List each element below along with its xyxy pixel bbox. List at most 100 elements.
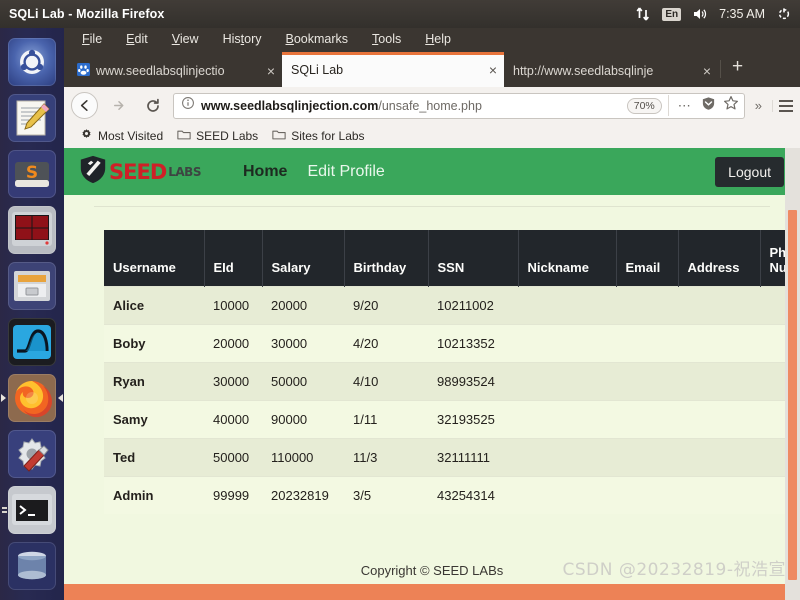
table-cell-eid: 40000 (204, 399, 262, 438)
zoom-level-badge[interactable]: 70% (626, 97, 662, 114)
bookmark-seed-labs[interactable]: SEED Labs (177, 128, 258, 144)
bookmark-label: SEED Labs (196, 129, 259, 143)
table-cell-eid: 50000 (204, 437, 262, 476)
launcher-item-system-settings[interactable] (0, 426, 64, 482)
table-head: Username EId Salary Birthday SSN Nicknam… (104, 230, 800, 286)
menu-bookmarks[interactable]: Bookmarks (286, 32, 349, 46)
keyboard-layout-indicator[interactable]: En (662, 7, 682, 21)
nav-link-home[interactable]: Home (243, 163, 287, 181)
tab-separator (720, 59, 721, 78)
table-cell-birthday: 4/20 (344, 323, 428, 362)
table-header-row: Username EId Salary Birthday SSN Nicknam… (104, 230, 800, 286)
close-icon[interactable]: × (703, 64, 711, 78)
baidu-paw-icon (77, 63, 90, 79)
launcher-item-terminal-quad[interactable] (0, 202, 64, 258)
url-bar[interactable]: www.seedlabsqlinjection.com/unsafe_home.… (173, 92, 745, 119)
network-updown-icon[interactable] (635, 6, 651, 22)
table-cell-email (616, 323, 678, 362)
launcher-item-ubuntu-dash[interactable] (0, 34, 64, 90)
firefox-window: File Edit View History Bookmarks Tools H… (64, 28, 800, 600)
power-gear-icon[interactable] (776, 6, 792, 22)
pocket-shield-icon[interactable] (701, 96, 716, 116)
table-cell-salary: 20000 (262, 285, 344, 324)
page-scrollbar-thumb[interactable] (788, 210, 797, 580)
reload-icon[interactable] (139, 92, 166, 119)
clock[interactable]: 7:35 AM (719, 7, 765, 21)
launcher-item-text-editor[interactable] (0, 90, 64, 146)
table-cell-salary: 110000 (262, 437, 344, 476)
page-viewport: SEED LABS Home Edit Profile Logout Usern… (64, 148, 800, 600)
launcher-item-wireshark[interactable] (0, 314, 64, 370)
url-input[interactable]: www.seedlabsqlinjection.com/unsafe_home.… (201, 99, 621, 113)
col-ssn[interactable]: SSN (428, 230, 519, 286)
page-info-icon[interactable] (181, 96, 195, 115)
col-username[interactable]: Username (104, 230, 205, 286)
table-cell-nickname (518, 475, 616, 514)
menu-file[interactable]: File (82, 32, 102, 46)
col-address[interactable]: Address (678, 230, 761, 286)
nav-link-edit-profile[interactable]: Edit Profile (307, 163, 384, 181)
ellipsis-icon[interactable]: ⋯ (675, 98, 694, 114)
col-salary[interactable]: Salary (262, 230, 345, 286)
menu-history[interactable]: History (223, 32, 262, 46)
new-tab-button[interactable]: + (723, 56, 752, 82)
table-cell-nickname (518, 323, 616, 362)
tab-sqli-lab[interactable]: SQLi Lab × (282, 52, 504, 87)
tab-label: SQLi Lab (291, 62, 344, 77)
bookmark-sites-for-labs[interactable]: Sites for Labs (272, 128, 365, 144)
menu-help[interactable]: Help (425, 32, 451, 46)
launcher-item-trash[interactable] (0, 538, 64, 594)
hamburger-menu-icon[interactable] (772, 99, 793, 112)
chevron-double-right-icon[interactable]: » (752, 98, 765, 113)
bookmark-label: Most Visited (98, 129, 164, 143)
table-cell-nickname (518, 285, 616, 324)
screen: SQLi Lab - Mozilla Firefox En 7:35 AM S … (0, 0, 800, 600)
table-cell-salary: 90000 (262, 399, 344, 438)
url-host: www.seedlabsqlinjection.com (201, 98, 379, 113)
launcher-item-file-manager[interactable] (0, 258, 64, 314)
folder-icon (272, 128, 286, 144)
col-email[interactable]: Email (616, 230, 679, 286)
table-cell-address (678, 437, 760, 476)
col-nickname[interactable]: Nickname (518, 230, 617, 286)
star-icon[interactable] (723, 95, 739, 116)
bookmark-label: Sites for Labs (291, 129, 365, 143)
menu-edit[interactable]: Edit (126, 32, 148, 46)
logout-button[interactable]: Logout (715, 156, 784, 187)
tab-label: www.seedlabsqlinjectio (96, 64, 225, 78)
menu-view[interactable]: View (172, 32, 199, 46)
close-icon[interactable]: × (489, 63, 497, 77)
table-cell-eid: 99999 (204, 475, 262, 514)
volume-icon[interactable] (692, 6, 708, 22)
col-eid[interactable]: EId (204, 230, 263, 286)
table-cell-nickname (518, 361, 616, 400)
table-cell-salary: 30000 (262, 323, 344, 362)
table-cell-birthday: 9/20 (344, 285, 428, 324)
menu-bar: File Edit View History Bookmarks Tools H… (64, 28, 800, 50)
menu-tools[interactable]: Tools (372, 32, 401, 46)
forward-arrow-icon[interactable] (105, 92, 132, 119)
window-title: SQLi Lab - Mozilla Firefox (9, 7, 165, 21)
table-cell-eid: 20000 (204, 323, 262, 362)
employee-table-wrapper: Username EId Salary Birthday SSN Nicknam… (104, 230, 800, 514)
back-arrow-icon[interactable] (71, 92, 98, 119)
divider (94, 206, 770, 207)
launcher-running-pip-left (1, 394, 6, 402)
footer-accent-bar (64, 584, 800, 600)
ubuntu-top-panel: SQLi Lab - Mozilla Firefox En 7:35 AM (0, 0, 800, 28)
launcher-item-terminal[interactable] (0, 482, 64, 538)
launcher-item-firefox[interactable] (0, 370, 64, 426)
site-nav-links: Home Edit Profile (243, 163, 385, 181)
table-cell-address (678, 475, 760, 514)
url-path: /unsafe_home.php (378, 98, 482, 113)
table-cell-email (616, 399, 678, 438)
col-birthday[interactable]: Birthday (344, 230, 429, 286)
tab-seedlabsqlinjection-url[interactable]: http://www.seedlabsqlinje × (504, 55, 718, 87)
table-cell-birthday: 1/11 (344, 399, 428, 438)
table-cell-username: Ted (104, 437, 204, 476)
seed-labs-logo[interactable]: SEED LABS (78, 154, 201, 189)
close-icon[interactable]: × (267, 64, 275, 78)
tab-seedlabsqlinjection[interactable]: www.seedlabsqlinjectio × (68, 55, 282, 87)
bookmark-most-visited[interactable]: Most Visited (80, 128, 163, 144)
launcher-item-sublime-text[interactable]: S (0, 146, 64, 202)
